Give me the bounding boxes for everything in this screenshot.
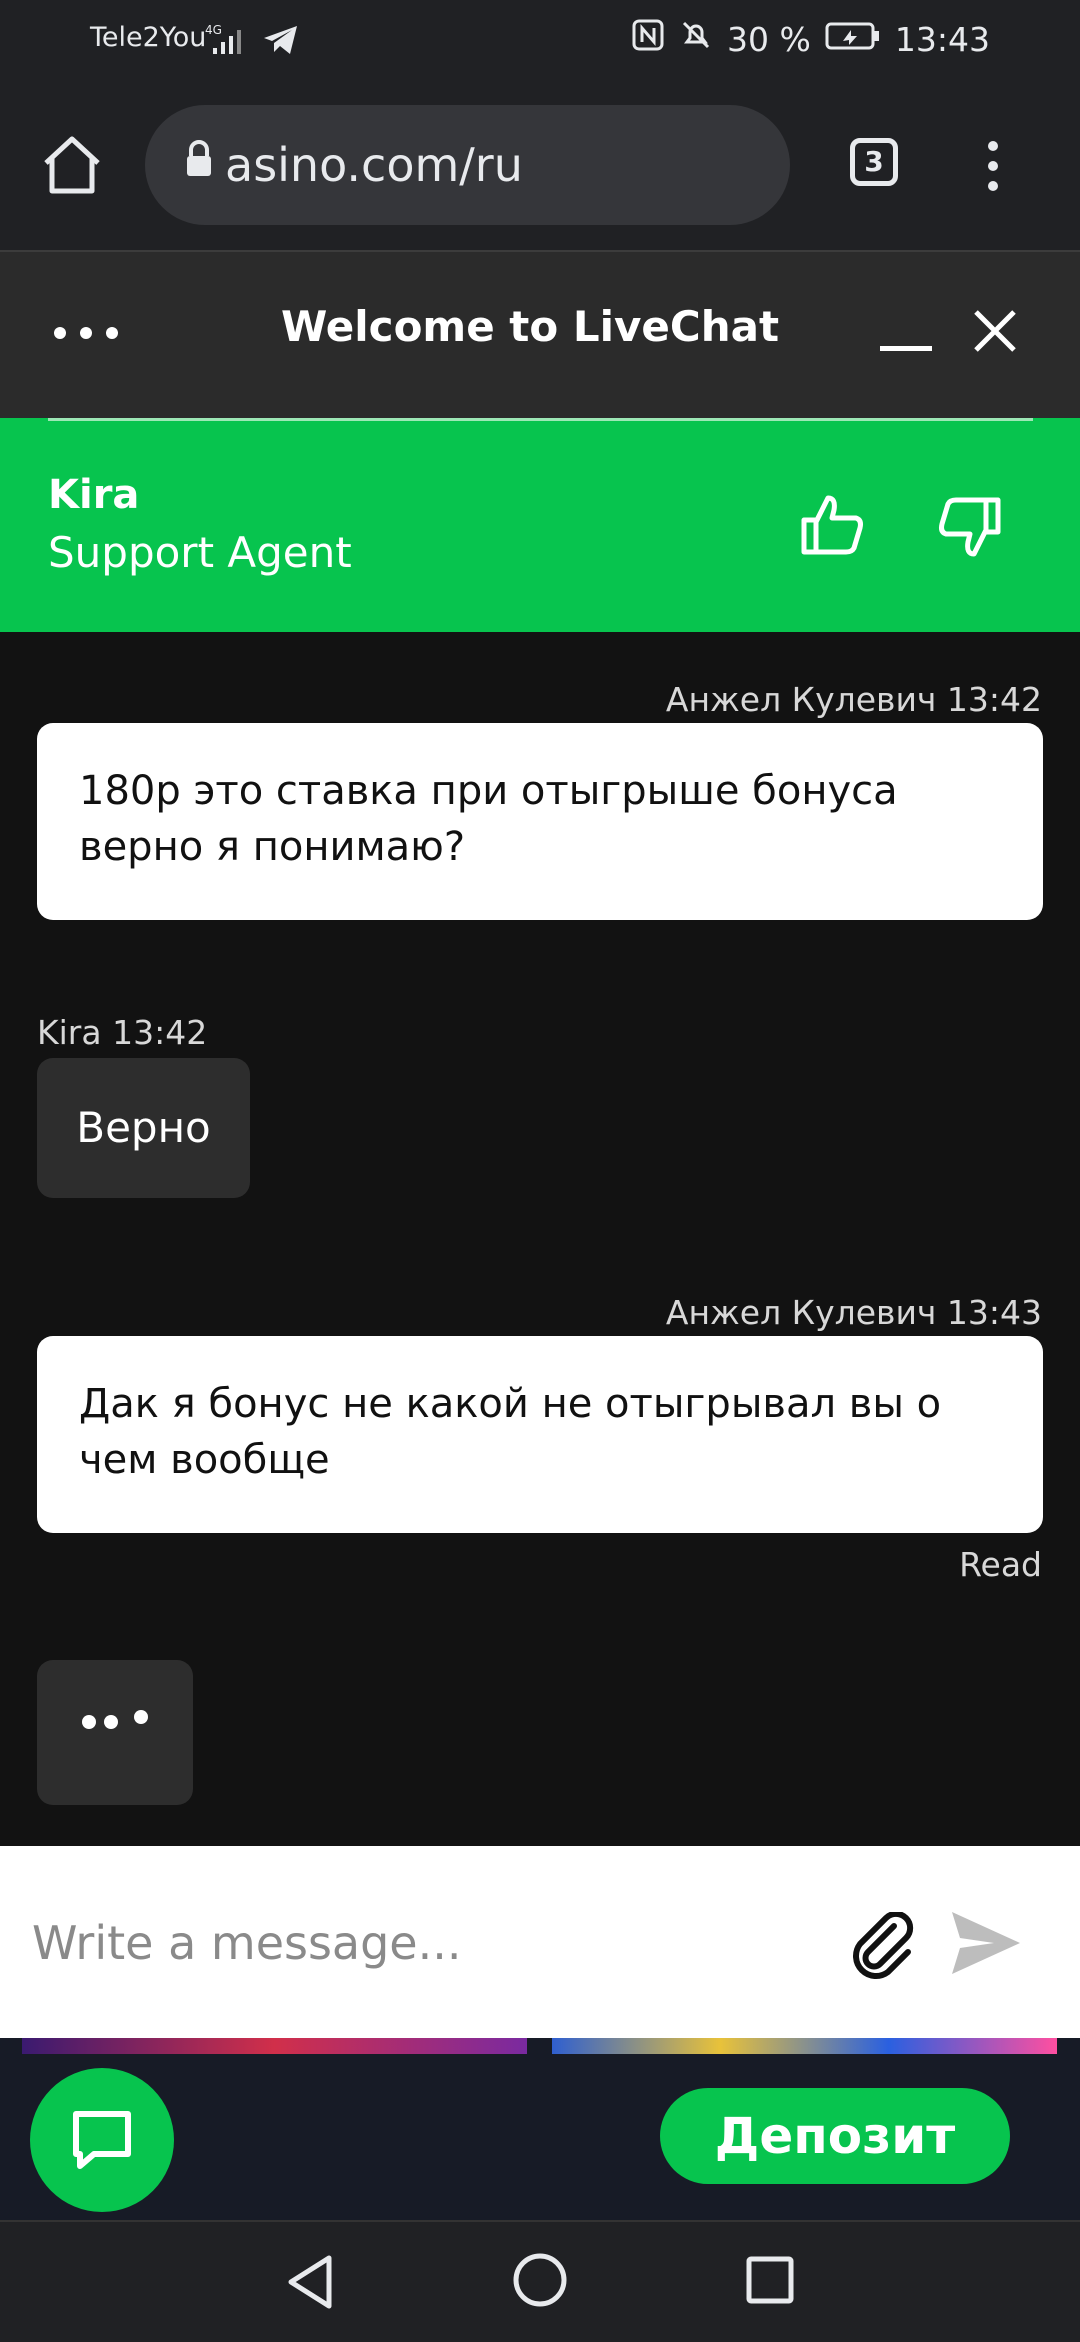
message-input[interactable]	[30, 1880, 814, 2006]
chat-launcher-button[interactable]	[30, 2068, 174, 2212]
carrier-name: Tele2You	[90, 22, 207, 53]
thumbs-up-icon[interactable]	[800, 492, 866, 562]
send-icon[interactable]	[950, 1910, 1022, 1980]
game-banner-thumbnail[interactable]	[552, 2038, 1057, 2054]
back-nav-icon[interactable]	[285, 2254, 333, 2314]
typing-indicator	[37, 1660, 193, 1805]
svg-text:4G: 4G	[205, 23, 222, 37]
paperclip-icon[interactable]	[850, 1910, 918, 1984]
thumbs-down-icon[interactable]	[936, 494, 1002, 564]
user-message-bubble: 180р это ставка при отыгрыше бонуса верн…	[37, 723, 1043, 920]
chat-bubble-icon	[73, 2111, 131, 2169]
read-receipt: Read	[959, 1545, 1042, 1584]
agent-bar	[0, 418, 1080, 632]
recents-nav-icon[interactable]	[746, 2256, 794, 2308]
message-meta: Kira 13:42	[37, 1013, 208, 1052]
tab-switcher-button[interactable]: 3	[850, 138, 898, 186]
game-banner-thumbnail[interactable]	[22, 2038, 527, 2054]
close-icon[interactable]	[972, 308, 1018, 358]
signal-icon: 4G	[205, 22, 255, 62]
menu-kebab-icon[interactable]	[985, 138, 1001, 198]
deposit-button[interactable]: Депозит	[660, 2088, 1010, 2184]
agent-divider	[48, 418, 1033, 421]
url-text[interactable]: asino.com/ru	[225, 138, 523, 192]
home-icon[interactable]	[40, 135, 104, 199]
nfc-icon	[631, 18, 665, 60]
user-message-bubble: Дак я бонус не какой не отыгрывал вы о ч…	[37, 1336, 1043, 1533]
message-meta: Анжел Кулевич 13:42	[665, 680, 1042, 719]
home-nav-icon[interactable]	[512, 2252, 568, 2312]
agent-name: Kira	[48, 472, 140, 518]
telegram-icon	[262, 24, 300, 60]
battery-percent: 30 %	[727, 19, 811, 59]
agent-role: Support Agent	[48, 528, 352, 577]
message-meta: Анжел Кулевич 13:43	[665, 1293, 1042, 1332]
clock: 13:43	[894, 19, 990, 59]
status-right-group: 30 % 13:43	[631, 18, 990, 60]
agent-message-bubble: Верно	[37, 1058, 250, 1198]
battery-icon	[825, 20, 881, 59]
typing-dots-icon	[82, 1710, 148, 1729]
lock-icon	[185, 140, 213, 184]
minimize-icon[interactable]	[880, 338, 932, 357]
mute-bell-icon	[679, 18, 713, 60]
